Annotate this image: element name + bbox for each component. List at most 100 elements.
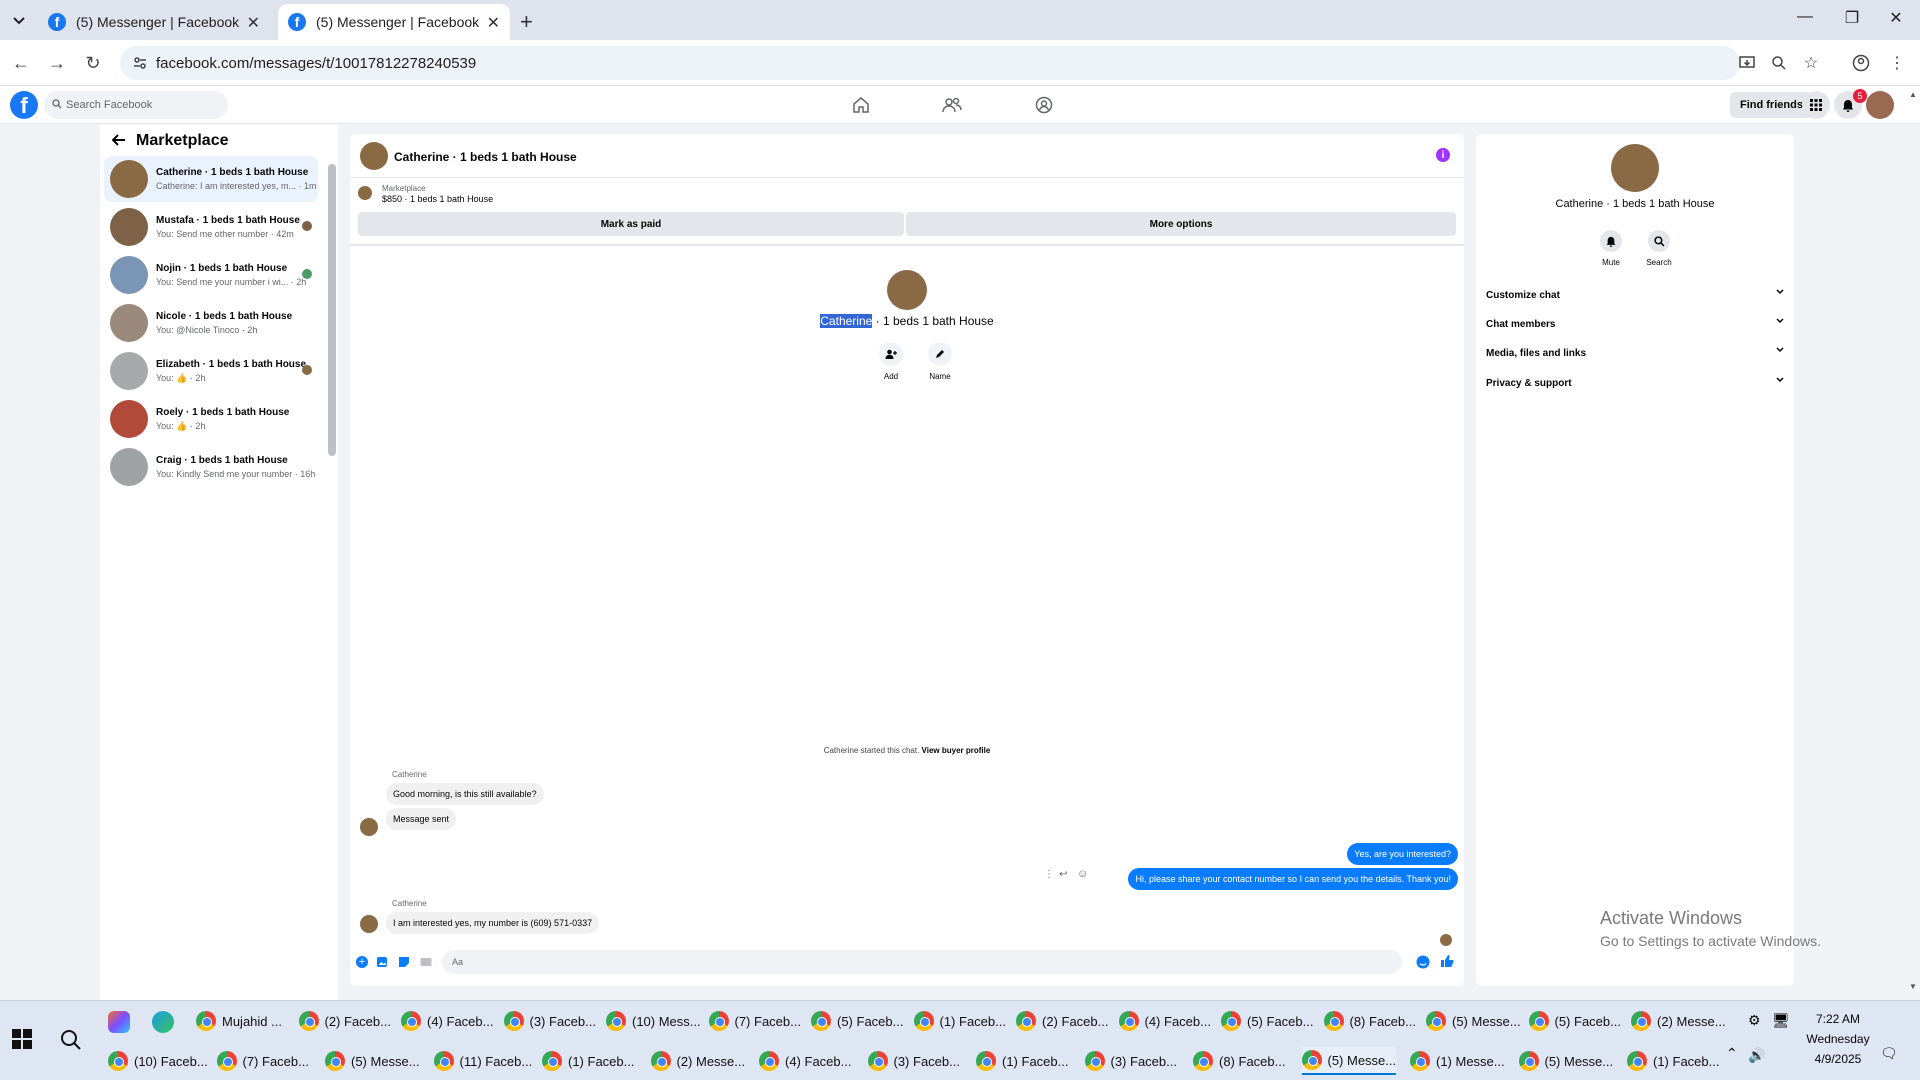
taskbar-window-button[interactable]: (7) Faceb... [216,1047,309,1075]
media-files-links-row[interactable]: Media, files and links [1486,342,1784,364]
close-window-icon[interactable]: ✕ [1876,8,1916,28]
facebook-logo-icon[interactable]: f [10,91,38,119]
account-avatar[interactable] [1866,91,1894,119]
more-options-button[interactable]: More options [906,212,1456,236]
incoming-message[interactable]: Good morning, is this still available? [386,783,544,805]
taskbar-window-button[interactable]: (11) Faceb... [433,1047,532,1075]
taskbar-window-button[interactable]: (5) Faceb... [1221,1007,1313,1035]
chat-list-item[interactable]: Craig · 1 beds 1 bath House You: Kindly S… [104,444,318,490]
mute-button[interactable]: Mute [1593,230,1629,267]
taskbar-window-button[interactable]: (4) Faceb... [759,1047,851,1075]
taskbar-window-button[interactable]: (2) Messe... [650,1047,745,1075]
site-info-icon[interactable] [132,55,148,71]
chat-members-row[interactable]: Chat members [1486,313,1784,335]
taskbar-window-button[interactable]: (1) Messe... [1410,1047,1505,1075]
zoom-icon[interactable] [1768,52,1790,74]
customize-chat-row[interactable]: Customize chat [1486,284,1784,306]
chat-list-item[interactable]: Catherine · 1 beds 1 bath House Catherine… [104,156,318,202]
sender-avatar[interactable] [360,818,378,836]
name-button[interactable]: Name [925,342,955,381]
taskbar-window-button[interactable]: (2) Faceb... [1016,1007,1108,1035]
tray-icon[interactable]: ⚙ [1748,1012,1761,1029]
gallery-icon[interactable] [376,956,388,968]
info-icon[interactable]: i [1436,148,1450,162]
taskbar-window-button[interactable]: (1) Faceb... [542,1047,634,1075]
forward-arrow-icon[interactable]: → [46,52,68,74]
close-tab-icon[interactable]: ✕ [487,13,500,33]
friends-icon[interactable] [941,94,963,116]
bookmark-star-icon[interactable]: ☆ [1800,52,1822,74]
incoming-message[interactable]: Message sent [386,808,457,830]
taskbar-window-button[interactable]: (7) Faceb... [708,1007,801,1035]
restore-icon[interactable]: ❐ [1832,8,1872,28]
taskbar-clock[interactable]: 7:22 AM Wednesday 4/9/2025 [1798,1009,1878,1069]
taskbar-window-button[interactable]: (5) Messe... [325,1047,420,1075]
message-input[interactable]: Aa [442,950,1402,974]
taskbar-window-button[interactable]: (10) Faceb... [108,1047,208,1075]
taskbar-window-button[interactable]: (5) Messe... [1301,1047,1397,1075]
taskbar-window-button[interactable]: (8) Faceb... [1193,1047,1285,1075]
chat-list-item[interactable]: Nicole · 1 beds 1 bath House You: @Nicole… [104,300,318,346]
chat-list-item[interactable]: Mustafa · 1 beds 1 bath House You: Send m… [104,204,318,250]
volume-icon[interactable]: 🔊 [1748,1047,1765,1064]
react-emoji-icon[interactable]: ☺ [1077,868,1088,880]
sticker-icon[interactable] [398,956,410,968]
taskbar-window-button[interactable]: (3) Faceb... [503,1007,596,1035]
back-arrow-icon[interactable] [112,134,126,146]
chat-list-item[interactable]: Nojin · 1 beds 1 bath House You: Send me … [104,252,318,298]
search-chat-button[interactable]: Search [1641,230,1677,267]
taskbar-window-button[interactable]: (5) Messe... [1518,1047,1613,1075]
taskbar-window-button[interactable]: (1) Faceb... [913,1007,1006,1035]
taskbar-window-button[interactable]: (1) Faceb... [1627,1047,1719,1075]
network-icon[interactable]: 🖥 [1772,1012,1790,1029]
reload-icon[interactable]: ↻ [82,52,104,74]
thumbs-up-icon[interactable] [1440,954,1454,968]
taskbar-window-button[interactable]: (8) Faceb... [1323,1007,1416,1035]
outgoing-message[interactable]: Yes, are you interested? [1347,843,1458,865]
taskbar-window-button[interactable]: (10) Mess... [606,1007,701,1035]
taskbar-window-button[interactable]: (2) Messe... [1631,1007,1726,1035]
taskbar-window-button[interactable]: (2) Faceb... [298,1007,391,1035]
address-bar[interactable]: facebook.com/messages/t/1001781227824053… [120,46,1740,80]
new-tab-plus-icon[interactable]: + [520,9,533,35]
facebook-search-input[interactable]: Search Facebook [44,91,228,119]
edge-icon[interactable] [152,1011,174,1033]
close-tab-icon[interactable]: ✕ [247,13,260,33]
add-button[interactable]: Add [876,342,906,381]
taskbar-window-button[interactable]: (1) Faceb... [976,1047,1068,1075]
mark-as-paid-button[interactable]: Mark as paid [358,212,904,236]
conversation-title[interactable]: Catherine · 1 beds 1 bath House [394,150,577,164]
profile-icon[interactable] [1850,52,1872,74]
show-hidden-icons-chevron-icon[interactable]: ⌃ [1726,1045,1738,1062]
privacy-support-row[interactable]: Privacy & support [1486,372,1784,394]
chat-list-scrollbar[interactable] [328,164,336,456]
sender-avatar[interactable] [360,915,378,933]
taskbar-window-button[interactable]: (3) Faceb... [1084,1047,1177,1075]
page-scrollbar[interactable]: ▲ ▼ [1906,86,1920,1000]
find-friends-button[interactable]: Find friends [1730,92,1813,118]
copilot-icon[interactable] [108,1011,130,1033]
marketplace-listing[interactable]: Marketplace $850 · 1 beds 1 bath House [358,184,1458,204]
taskbar-search-icon[interactable] [60,1029,82,1051]
taskbar-window-button[interactable]: (5) Messe... [1426,1007,1521,1035]
gif-icon[interactable] [420,956,432,968]
conversation-avatar[interactable] [360,142,388,170]
taskbar-window-button[interactable]: (3) Faceb... [867,1047,960,1075]
taskbar-window-button[interactable]: (5) Faceb... [1528,1007,1621,1035]
menu-grid-icon[interactable] [1802,91,1830,119]
minimize-icon[interactable]: — [1785,8,1825,26]
groups-icon[interactable] [1033,94,1055,116]
notification-center-icon[interactable]: 🗨 [1880,1045,1898,1062]
browser-tab-active[interactable]: f (5) Messenger | Facebook ✕ [278,4,510,40]
taskbar-window-button[interactable]: Mujahid ... [196,1007,282,1035]
more-actions-icon[interactable]: ⋮ [1044,869,1054,880]
windows-start-icon[interactable] [12,1029,32,1049]
details-avatar[interactable] [1611,144,1659,192]
tab-search-chevron-icon[interactable] [8,10,30,32]
taskbar-window-button[interactable]: (5) Faceb... [811,1007,903,1035]
home-icon[interactable] [850,94,872,116]
incoming-message[interactable]: I am interested yes, my number is (609) … [386,912,600,934]
profile-avatar[interactable] [887,270,927,310]
view-buyer-profile-link[interactable]: View buyer profile [922,746,991,755]
install-app-icon[interactable] [1736,52,1758,74]
